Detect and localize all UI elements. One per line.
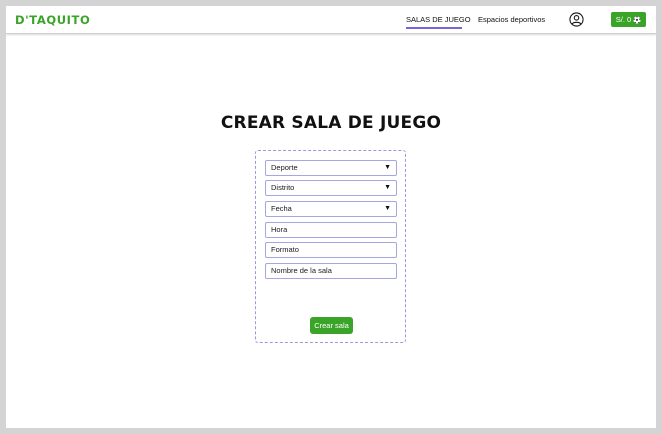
create-room-form: Deporte ▼ Distrito ▼ Fecha ▼ Hora Format… <box>255 150 406 343</box>
formato-input-placeholder: Formato <box>271 245 299 254</box>
app-window: D'TAQUITO SALAS DE JUEGO Espacios deport… <box>6 6 656 428</box>
nombre-sala-input-placeholder: Nombre de la sala <box>271 266 332 275</box>
active-tab-underline <box>406 27 462 29</box>
distrito-select-label: Distrito <box>271 183 295 192</box>
page-title: CREAR SALA DE JUEGO <box>220 113 442 133</box>
wallet-balance: S/. 0 <box>615 15 632 24</box>
top-navbar: D'TAQUITO SALAS DE JUEGO Espacios deport… <box>6 6 656 34</box>
dropdown-arrow-icon: ▼ <box>384 205 391 212</box>
nav-link-salas-de-juego[interactable]: SALAS DE JUEGO <box>406 15 471 24</box>
user-circle-icon[interactable] <box>569 12 584 27</box>
fecha-select-label: Fecha <box>271 204 292 213</box>
brand-logo[interactable]: D'TAQUITO <box>15 13 90 27</box>
crear-sala-button[interactable]: Crear sala <box>310 317 353 334</box>
dropdown-arrow-icon: ▼ <box>384 184 391 191</box>
distrito-select[interactable]: Distrito ▼ <box>265 180 397 196</box>
deporte-select-label: Deporte <box>271 163 298 172</box>
formato-input[interactable]: Formato <box>265 242 397 258</box>
fecha-select[interactable]: Fecha ▼ <box>265 201 397 217</box>
nombre-sala-input[interactable]: Nombre de la sala <box>265 263 397 279</box>
wallet-button[interactable]: S/. 0 <box>611 12 646 27</box>
hora-input-placeholder: Hora <box>271 225 288 234</box>
deporte-select[interactable]: Deporte ▼ <box>265 160 397 176</box>
nav-link-espacios-deportivos[interactable]: Espacios deportivos <box>478 15 545 24</box>
dropdown-arrow-icon: ▼ <box>384 164 391 171</box>
hora-input[interactable]: Hora <box>265 222 397 238</box>
soccer-ball-icon <box>633 15 641 24</box>
